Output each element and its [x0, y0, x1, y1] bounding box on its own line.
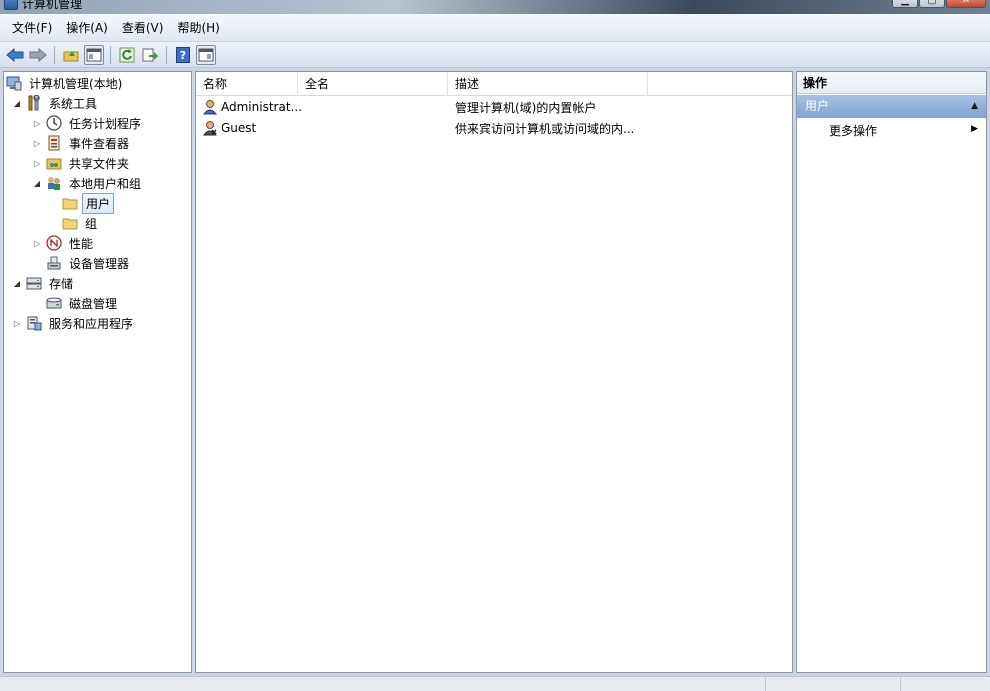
collapse-arrow-icon[interactable]: ◢ [12, 279, 22, 288]
tree-item-services-applications[interactable]: ▷ 服务和应用程序 [12, 313, 136, 333]
tree-item-groups[interactable]: 组 [62, 213, 100, 233]
column-header-description[interactable]: 描述 [448, 72, 648, 96]
tree-item-storage[interactable]: ◢ 存储 [12, 273, 76, 293]
action-pane-icon [198, 48, 214, 61]
tree-item-computer-management[interactable]: 计算机管理(本地) [6, 73, 125, 93]
tree-item-local-users-groups[interactable]: ◢ 本地用户和组 [32, 173, 144, 193]
menu-help[interactable]: 帮助(H) [170, 17, 226, 38]
window-title: 计算机管理 [22, 0, 83, 11]
export-list-button[interactable] [140, 45, 160, 65]
toolbar-separator [110, 45, 111, 64]
console-tree-pane: 计算机管理(本地) ◢ 系统工具 ▷ 任务计划程序 ▷ 事件查看器 ▷ 共享文件… [3, 71, 192, 673]
close-button[interactable]: ✕ [946, 0, 986, 8]
maximize-button[interactable]: ▢ [919, 0, 945, 8]
refresh-icon [119, 47, 135, 62]
device-manager-icon [46, 255, 62, 271]
computer-management-app-icon [4, 0, 18, 10]
actions-section-header[interactable]: 用户 ▲ [797, 95, 986, 118]
collapse-arrow-icon[interactable]: ◢ [32, 179, 42, 188]
show-hide-action-pane-button[interactable] [196, 44, 216, 65]
back-arrow-icon [6, 47, 24, 62]
actions-pane-title: 操作 [797, 72, 986, 94]
status-bar-segment [900, 677, 990, 691]
collapse-arrow-icon[interactable]: ◢ [12, 99, 22, 108]
tools-icon [26, 94, 42, 111]
results-list-pane: 名称 全名 描述 Administrat... 管理计算机(域)的内置帐户 Gu… [195, 71, 793, 673]
actions-section-label: 用户 [805, 99, 830, 113]
svg-text:?: ? [180, 49, 186, 62]
expand-arrow-icon[interactable]: ▷ [12, 319, 22, 328]
services-icon [26, 315, 42, 331]
show-hide-tree-button[interactable] [84, 44, 104, 65]
expand-arrow-icon[interactable]: ▷ [32, 159, 42, 168]
clock-icon [46, 115, 62, 131]
window-controls: ▁ ▢ ✕ [892, 0, 986, 8]
tree-item-performance[interactable]: ▷ 性能 [32, 233, 96, 253]
disk-icon [46, 295, 62, 311]
list-header: 名称 全名 描述 [196, 72, 792, 96]
menu-file[interactable]: 文件(F) [5, 17, 59, 38]
submenu-arrow-icon: ▶ [971, 124, 978, 134]
list-item[interactable]: Guest 供来宾访问计算机或访问域的内... [196, 118, 792, 138]
close-icon: ✕ [961, 0, 971, 6]
column-header-name[interactable]: 名称 [196, 72, 298, 96]
computer-management-icon [6, 75, 22, 91]
tree-item-event-viewer[interactable]: ▷ 事件查看器 [32, 133, 132, 153]
expand-arrow-icon[interactable]: ▷ [32, 119, 42, 128]
admin-user-icon [202, 99, 218, 115]
minimize-icon: ▁ [901, 0, 909, 6]
user-name: Administrat... [221, 100, 302, 114]
tree-item-task-scheduler[interactable]: ▷ 任务计划程序 [32, 113, 144, 133]
tree-item-disk-management[interactable]: 磁盘管理 [46, 293, 120, 313]
refresh-button[interactable] [117, 45, 137, 65]
user-description: 供来宾访问计算机或访问域的内... [455, 121, 635, 136]
folder-icon [62, 215, 78, 231]
collapse-caret-icon[interactable]: ▲ [971, 95, 978, 118]
tree-item-system-tools[interactable]: ◢ 系统工具 [12, 93, 100, 113]
shared-folder-icon [46, 155, 62, 171]
toolbar-separator [166, 45, 167, 64]
help-icon: ? [176, 46, 190, 63]
help-button[interactable]: ? [173, 45, 193, 65]
title-bar: 计算机管理 ▁ ▢ ✕ [0, 0, 990, 14]
up-level-button[interactable] [61, 45, 81, 65]
tree-item-device-manager[interactable]: 设备管理器 [46, 253, 132, 273]
forward-button[interactable] [28, 45, 48, 65]
back-button[interactable] [5, 45, 25, 65]
console-tree-icon [86, 48, 102, 61]
forward-arrow-icon [29, 47, 47, 62]
actions-pane: 操作 用户 ▲ 更多操作 ▶ [796, 71, 987, 673]
tree-item-users[interactable]: 用户 [62, 192, 115, 214]
guest-user-icon [202, 120, 218, 136]
expand-arrow-icon[interactable]: ▷ [32, 239, 42, 248]
more-actions-item[interactable]: 更多操作 [829, 122, 877, 139]
folder-up-icon [63, 50, 79, 61]
toolbar: ? [0, 42, 990, 68]
menu-view[interactable]: 查看(V) [115, 17, 171, 38]
export-list-icon [142, 48, 158, 61]
user-name: Guest [221, 121, 257, 135]
tree-item-shared-folders[interactable]: ▷ 共享文件夹 [32, 153, 132, 173]
list-item[interactable]: Administrat... 管理计算机(域)的内置帐户 [196, 97, 792, 117]
menu-action[interactable]: 操作(A) [59, 17, 115, 38]
expand-arrow-icon[interactable]: ▷ [32, 139, 42, 148]
menu-bar: 文件(F) 操作(A) 查看(V) 帮助(H) [0, 14, 990, 42]
user-description: 管理计算机(域)的内置帐户 [455, 100, 597, 115]
status-bar [0, 676, 990, 691]
users-group-icon [46, 175, 62, 191]
event-viewer-icon [46, 135, 62, 151]
maximize-icon: ▢ [927, 0, 937, 6]
folder-icon [62, 195, 78, 211]
performance-icon [46, 235, 62, 251]
storage-icon [26, 275, 42, 291]
minimize-button[interactable]: ▁ [892, 0, 918, 8]
status-bar-segment [765, 677, 900, 691]
toolbar-separator [54, 45, 55, 64]
column-header-fullname[interactable]: 全名 [298, 72, 448, 96]
